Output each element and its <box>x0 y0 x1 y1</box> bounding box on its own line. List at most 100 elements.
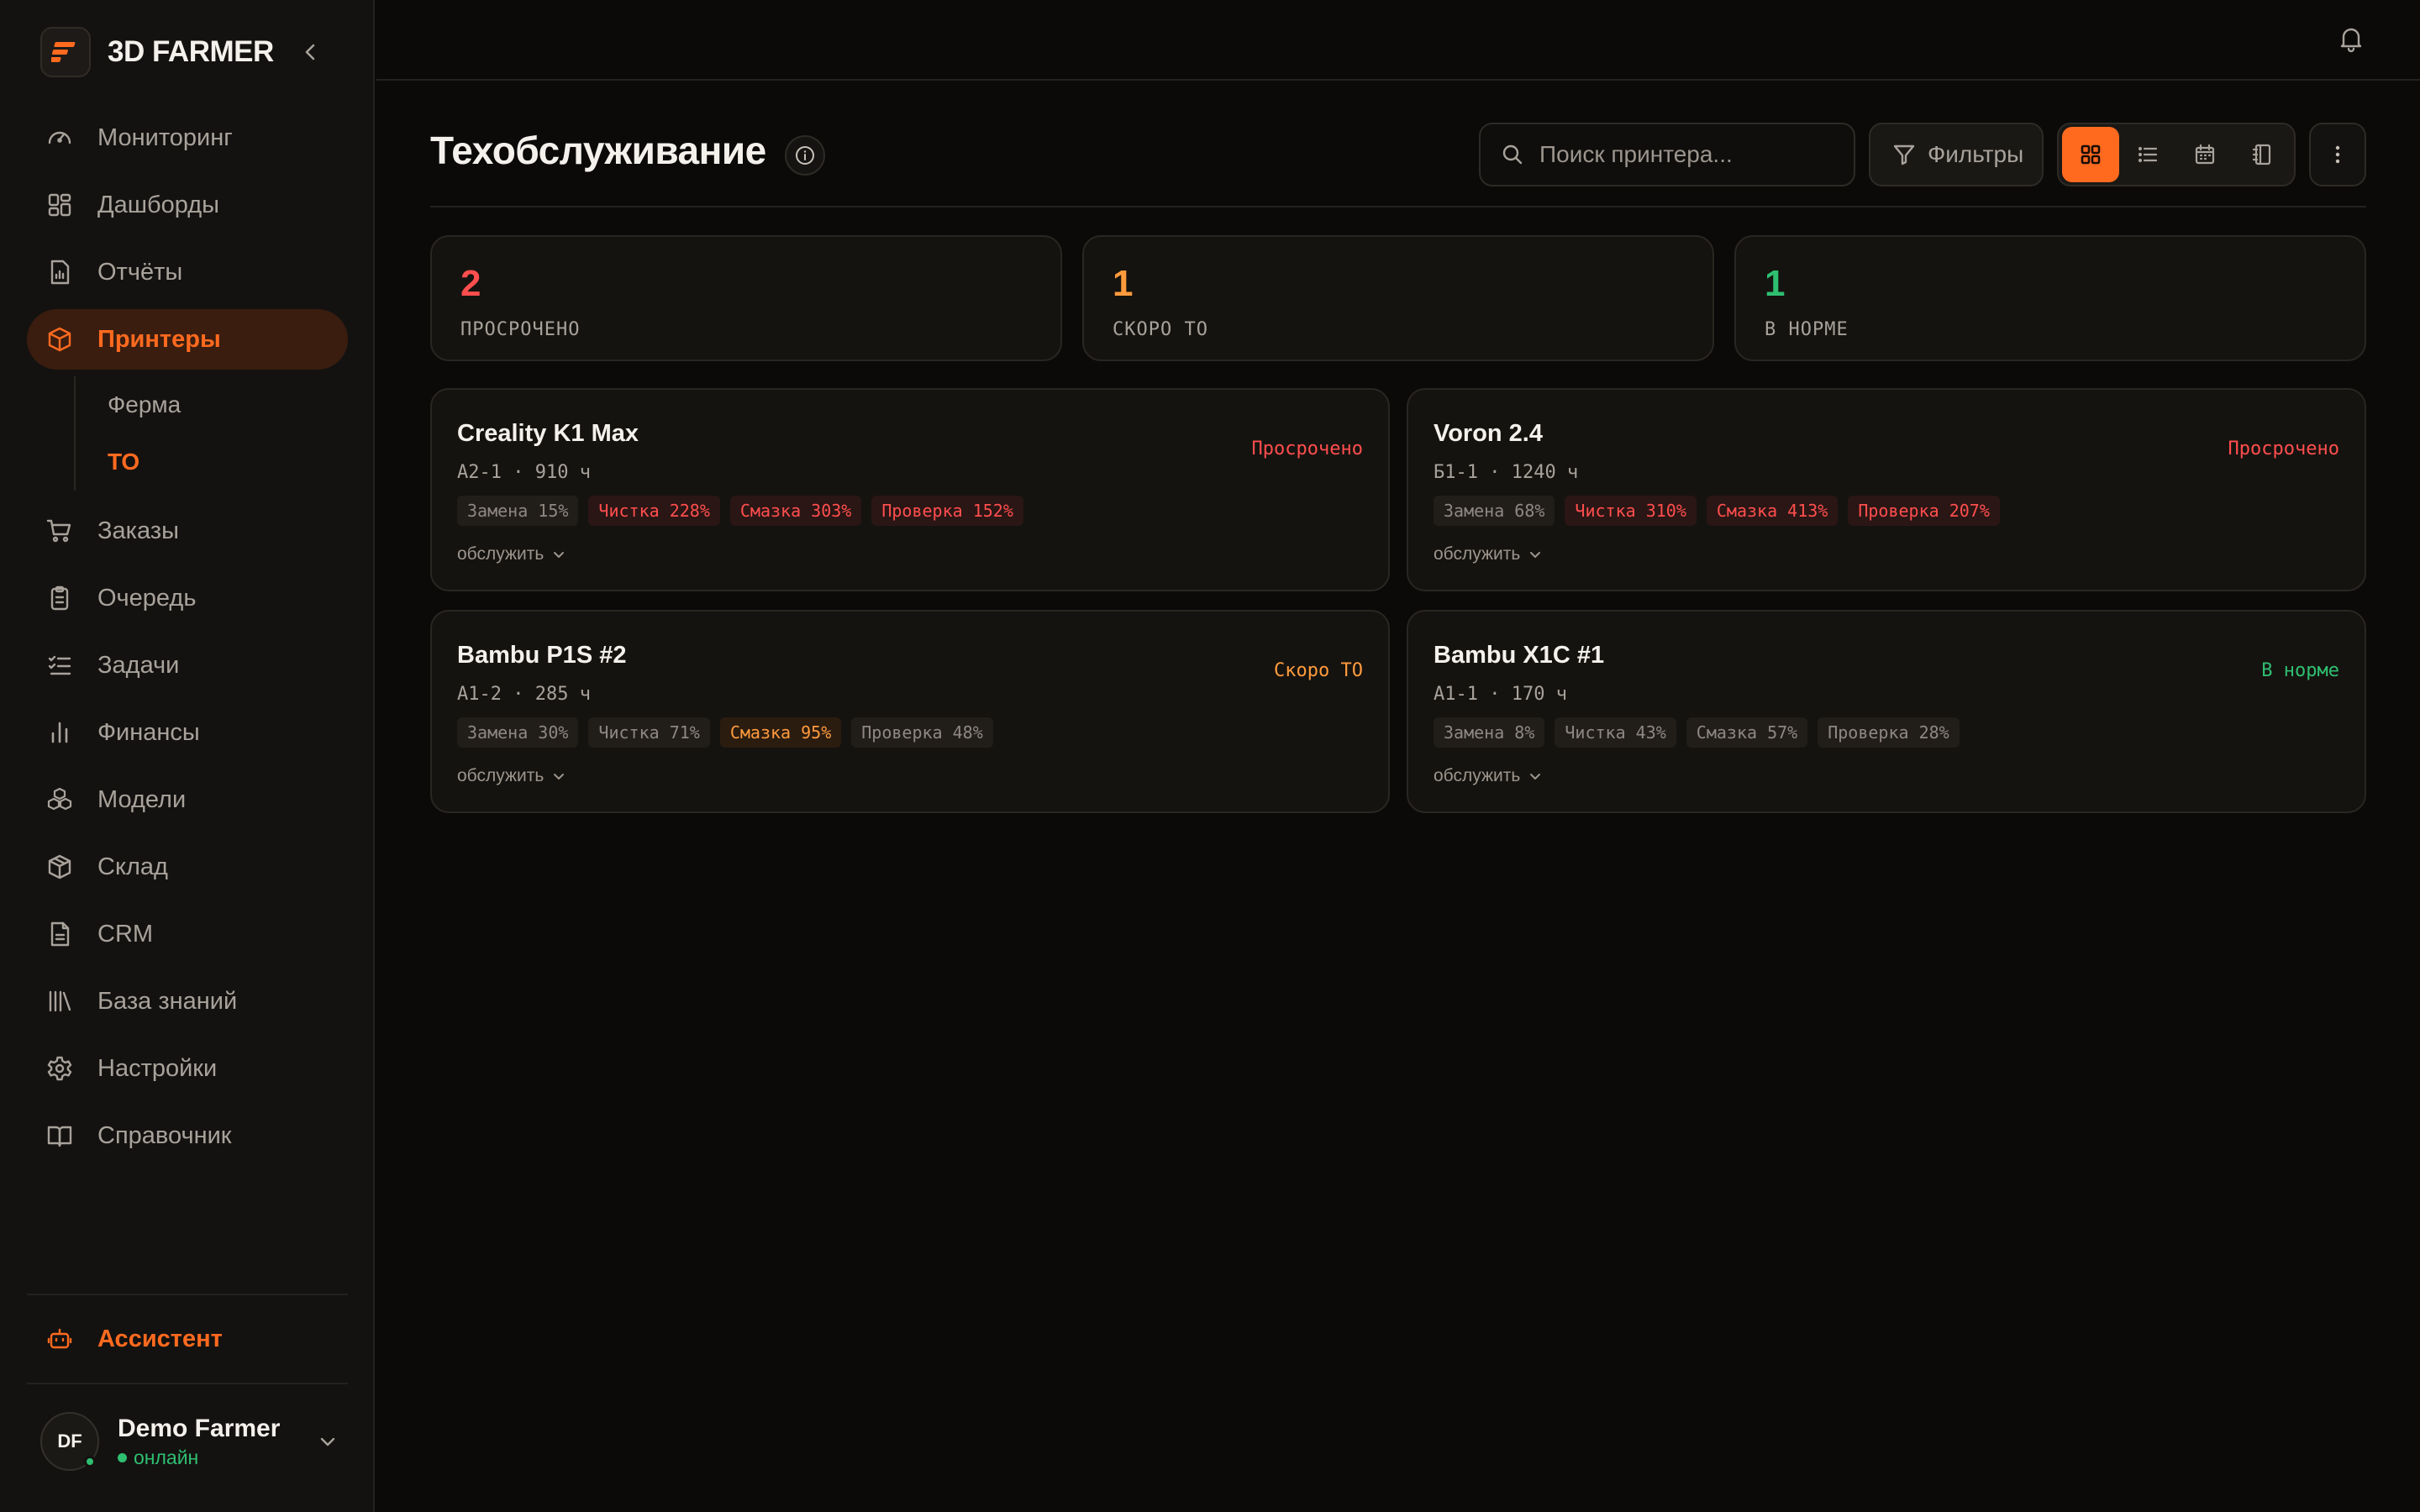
calendar-view-button[interactable] <box>2176 127 2233 182</box>
printers-subnav: Ферма ТО <box>74 376 348 491</box>
sidebar: 3D FARMER Мониторинг Дашборды Отчёты При… <box>0 0 375 1512</box>
assistant-label: Ассистент <box>97 1325 223 1352</box>
sidebar-item-models[interactable]: Модели <box>27 769 348 830</box>
maintenance-tags: Замена 15% Чистка 228% Смазка 303% Прове… <box>457 496 1034 526</box>
logo-icon <box>40 27 91 77</box>
maintenance-tag: Смазка 95% <box>719 717 842 748</box>
filters-label: Фильтры <box>1928 141 2024 167</box>
printer-meta: A1-2 · 285 ч <box>457 684 591 705</box>
collapse-sidebar-icon[interactable] <box>296 37 326 67</box>
sidebar-item-label: Принтеры <box>97 325 221 353</box>
stat-card-due-soon[interactable]: 1 СКОРО ТО <box>1082 235 1714 361</box>
bell-icon[interactable] <box>2333 20 2370 57</box>
sidebar-item-dashboards[interactable]: Дашборды <box>27 175 348 235</box>
header-divider <box>430 206 2366 207</box>
maintenance-tag: Чистка 43% <box>1555 717 1676 748</box>
sidebar-item-label: Мониторинг <box>97 123 233 151</box>
maintenance-tag: Смазка 413% <box>1706 496 1839 526</box>
printer-name: Bambu P1S #2 <box>457 642 627 669</box>
sidebar-item-label: Очередь <box>97 584 197 612</box>
search-input[interactable] <box>1539 141 1842 168</box>
sidebar-item-finance[interactable]: Финансы <box>27 702 348 763</box>
list-icon <box>2136 143 2160 166</box>
sidebar-item-settings[interactable]: Настройки <box>27 1038 348 1099</box>
sidebar-item-label: Заказы <box>97 517 179 544</box>
sidebar-subitem-maintenance[interactable]: ТО <box>108 433 348 491</box>
status-badge: Скоро ТО <box>1274 660 1363 681</box>
maintenance-tag: Проверка 207% <box>1848 496 2000 526</box>
sidebar-item-label: Справочник <box>97 1121 232 1149</box>
sidebar-item-label: Финансы <box>97 718 200 746</box>
status-badge: В норме <box>2261 660 2339 681</box>
calendar-icon <box>2193 143 2217 166</box>
grid-view-button[interactable] <box>2062 127 2119 182</box>
sidebar-item-reports[interactable]: Отчёты <box>27 242 348 302</box>
app-name: 3D FARMER <box>108 35 274 68</box>
printer-card[interactable]: Voron 2.4 Б1-1 · 1240 ч Просрочено Замен… <box>1407 388 2366 591</box>
maintenance-tag: Замена 8% <box>1434 717 1545 748</box>
printer-card[interactable]: Bambu P1S #2 A1-2 · 285 ч Скоро ТО Замен… <box>430 610 1390 813</box>
stat-value: 1 <box>1113 263 1134 304</box>
service-toggle[interactable]: обслужить <box>457 544 566 564</box>
sidebar-item-knowledge-base[interactable]: База знаний <box>27 971 348 1032</box>
gear-icon <box>45 1054 74 1083</box>
printer-card[interactable]: Bambu X1C #1 A1-1 · 170 ч В норме Замена… <box>1407 610 2366 813</box>
user-menu[interactable]: DF Demo Farmer онлайн <box>40 1411 343 1472</box>
filters-button[interactable]: Фильтры <box>1869 123 2044 186</box>
assistant-button[interactable]: Ассистент <box>27 1309 348 1369</box>
list-view-button[interactable] <box>2119 127 2176 182</box>
search-box <box>1479 123 1855 186</box>
service-toggle[interactable]: обслужить <box>457 766 566 786</box>
more-options-button[interactable] <box>2309 123 2366 186</box>
sidebar-item-tasks[interactable]: Задачи <box>27 635 348 696</box>
maintenance-tags: Замена 8% Чистка 43% Смазка 57% Проверка… <box>1434 717 1970 748</box>
status-badge: Просрочено <box>1251 438 1363 459</box>
info-icon[interactable] <box>785 135 825 176</box>
stat-label: СКОРО ТО <box>1113 319 1208 340</box>
library-icon <box>45 987 74 1016</box>
printer-name: Creality K1 Max <box>457 420 639 447</box>
sidebar-item-monitoring[interactable]: Мониторинг <box>27 108 348 168</box>
printer-name: Bambu X1C #1 <box>1434 642 1605 669</box>
top-bar <box>376 0 2420 81</box>
filter-icon <box>1892 143 1916 166</box>
dashboard-grid-icon <box>45 191 74 219</box>
clipboard-icon <box>45 584 74 612</box>
stat-value: 2 <box>460 263 481 304</box>
service-toggle[interactable]: обслужить <box>1434 544 1542 564</box>
maintenance-tag: Чистка 71% <box>588 717 710 748</box>
maintenance-tags: Замена 68% Чистка 310% Смазка 413% Прове… <box>1434 496 2010 526</box>
sidebar-item-orders[interactable]: Заказы <box>27 501 348 561</box>
robot-icon <box>45 1325 74 1353</box>
sidebar-divider <box>27 1383 348 1384</box>
stat-label: ПРОСРОЧЕНО <box>460 319 581 340</box>
sidebar-item-reference[interactable]: Справочник <box>27 1105 348 1166</box>
sidebar-item-crm[interactable]: CRM <box>27 904 348 964</box>
checklist-icon <box>45 651 74 680</box>
chevron-down-icon[interactable] <box>313 1426 343 1457</box>
maintenance-tag: Замена 68% <box>1434 496 1555 526</box>
printer-meta: Б1-1 · 1240 ч <box>1434 462 1579 483</box>
printer-card[interactable]: Creality K1 Max A2-1 · 910 ч Просрочено … <box>430 388 1390 591</box>
printer-meta: A1-1 · 170 ч <box>1434 684 1567 705</box>
service-label: обслужить <box>457 766 544 785</box>
sidebar-subitem-farm[interactable]: Ферма <box>108 376 348 433</box>
sidebar-item-warehouse[interactable]: Склад <box>27 837 348 897</box>
timeline-view-button[interactable] <box>2233 127 2291 182</box>
stat-card-overdue[interactable]: 2 ПРОСРОЧЕНО <box>430 235 1062 361</box>
chevron-down-icon <box>1528 769 1542 783</box>
printer-meta: A2-1 · 910 ч <box>457 462 591 483</box>
service-toggle[interactable]: обслужить <box>1434 766 1542 786</box>
grid-icon <box>2079 143 2102 166</box>
avatar: DF <box>40 1412 99 1471</box>
stat-card-ok[interactable]: 1 В НОРМЕ <box>1734 235 2366 361</box>
sidebar-item-printers[interactable]: Принтеры <box>27 309 348 370</box>
notebook-icon <box>2250 143 2274 166</box>
sidebar-item-label: Настройки <box>97 1054 218 1082</box>
stat-label: В НОРМЕ <box>1765 319 1849 340</box>
chevron-down-icon <box>1528 548 1542 561</box>
sidebar-item-queue[interactable]: Очередь <box>27 568 348 628</box>
chevron-down-icon <box>552 548 566 561</box>
sidebar-item-label: Задачи <box>97 651 180 679</box>
brand[interactable]: 3D FARMER <box>40 27 274 77</box>
